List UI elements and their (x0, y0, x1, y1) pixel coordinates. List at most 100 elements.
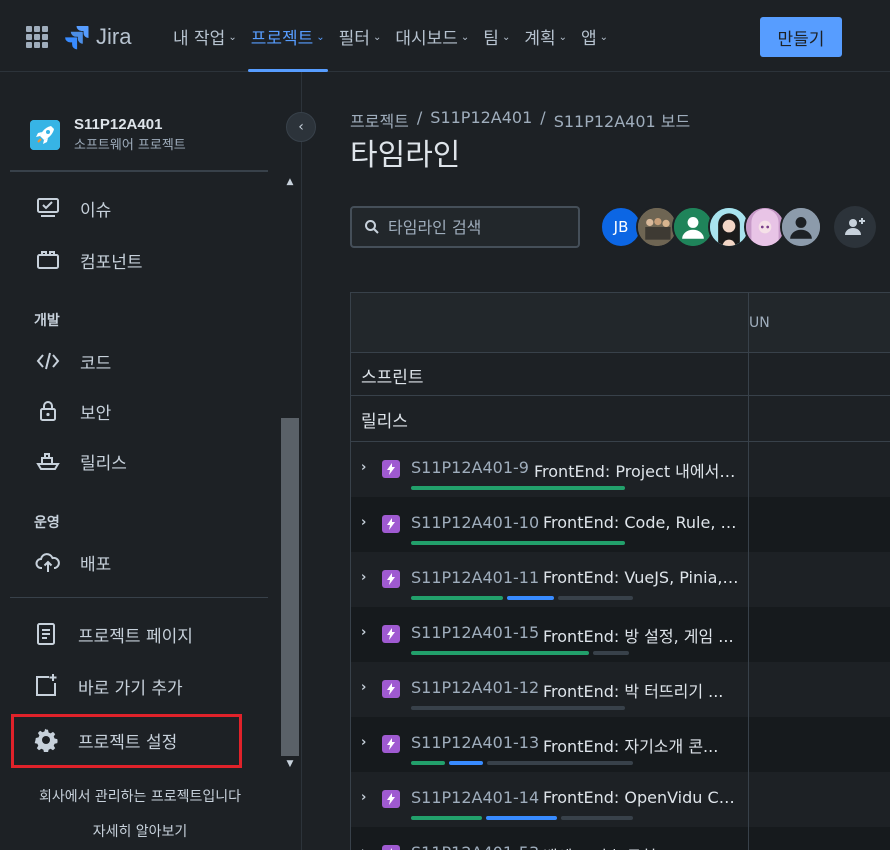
project-sidebar: S11P12A401 소프트웨어 프로젝트 ‹ ▲ ▼ 이슈 컴포넌트 개발 코… (0, 72, 316, 850)
nav-apps[interactable]: 앱 ⌄ (574, 0, 615, 72)
learn-more-link[interactable]: 자세히 알아보기 (0, 821, 302, 841)
sidebar-item-label: 바로 가기 추가 (78, 678, 183, 699)
issue-key[interactable]: S11P12A401-9 (411, 458, 529, 477)
epic-icon (382, 570, 400, 588)
timeline-header (351, 293, 890, 353)
issue-key[interactable]: S11P12A401-11 (411, 568, 539, 587)
nav-plans[interactable]: 계획 ⌄ (517, 0, 574, 72)
chevron-right-icon[interactable]: › (361, 625, 366, 640)
add-person-icon (845, 218, 865, 235)
issue-row[interactable]: › S11P12A401-10 FrontEnd: Code, Rule, C... (351, 497, 890, 552)
chevron-right-icon[interactable]: › (361, 790, 366, 805)
issue-row[interactable]: › S11P12A401-13 FrontEnd: 자기소개 콘... (351, 717, 890, 772)
chevron-right-icon[interactable]: › (361, 460, 366, 475)
nav-menu: 내 작업 ⌄ 프로젝트 ⌄ 필터 ⌄ 대시보드 ⌄ 팀 ⌄ 계획 ⌄ 앱 ⌄ (166, 0, 615, 72)
issue-row[interactable]: › S11P12A401-15 FrontEnd: 방 설정, 게임 ... (351, 607, 890, 662)
collapse-sidebar-button[interactable]: ‹ (286, 112, 316, 142)
chevron-right-icon[interactable]: › (361, 515, 366, 530)
breadcrumb: 프로젝트 / S11P12A401 / S11P12A401 보드 (350, 108, 690, 132)
chevron-down-icon: ⌄ (501, 31, 511, 43)
breadcrumb-board[interactable]: S11P12A401 보드 (554, 108, 691, 132)
issue-key[interactable]: S11P12A401-15 (411, 623, 539, 642)
issue-key[interactable]: S11P12A401-12 (411, 678, 539, 697)
issue-progress-bar (411, 596, 633, 600)
sidebar-item-label: 보안 (80, 403, 112, 424)
epic-icon (382, 790, 400, 808)
issue-progress-bar (411, 761, 633, 765)
search-icon (365, 220, 379, 234)
logo-text: Jira (96, 24, 132, 49)
nav-teams[interactable]: 팀 ⌄ (476, 0, 517, 72)
scroll-up-arrow-icon[interactable]: ▲ (281, 174, 299, 190)
sidebar-item-components[interactable]: 컴포넌트 (34, 242, 143, 278)
issue-row[interactable]: › S11P12A401-53 백엔드 기초 구현 (351, 827, 890, 850)
add-person-button[interactable] (834, 206, 876, 248)
nav-label: 팀 (483, 28, 499, 49)
issue-key[interactable]: S11P12A401-13 (411, 733, 539, 752)
nav-dashboards[interactable]: 대시보드 ⌄ (388, 0, 476, 72)
issue-key[interactable]: S11P12A401-53 (411, 843, 539, 850)
chevron-down-icon: ⌄ (228, 31, 237, 43)
project-type: 소프트웨어 프로젝트 (74, 138, 186, 153)
chevron-down-icon: ⌄ (316, 31, 325, 43)
nav-projects[interactable]: 프로젝트 ⌄ (244, 0, 332, 72)
issue-summary: FrontEnd: 자기소개 콘... (543, 737, 719, 756)
components-icon (34, 249, 62, 271)
progress-todo (411, 706, 625, 710)
progress-done (411, 596, 503, 600)
issue-summary: FrontEnd: Project 내에서 ... (534, 462, 739, 481)
create-button[interactable]: 만들기 (760, 17, 842, 57)
issue-key[interactable]: S11P12A401-14 (411, 788, 539, 807)
sidebar-item-releases[interactable]: 릴리스 (34, 443, 127, 479)
sidebar-item-security[interactable]: 보안 (34, 393, 111, 429)
page-icon (32, 622, 60, 646)
jira-logo[interactable]: Jira (64, 22, 131, 52)
issue-progress-bar (411, 486, 625, 490)
sidebar-item-deployments[interactable]: 배포 (34, 544, 111, 580)
chevron-right-icon[interactable]: › (361, 680, 366, 695)
sidebar-group-dev: 개발 (34, 313, 60, 329)
breadcrumb-separator: / (540, 108, 546, 127)
nav-label: 내 작업 (173, 28, 226, 49)
code-icon (34, 350, 62, 372)
issue-row[interactable]: › S11P12A401-11 FrontEnd: VueJS, Pinia, ..… (351, 552, 890, 607)
sidebar-item-add-shortcut[interactable]: 바로 가기 추가 (32, 668, 183, 704)
cloud-upload-icon (34, 551, 62, 573)
timeline-search[interactable] (350, 206, 580, 248)
issue-row[interactable]: › S11P12A401-12 FrontEnd: 박 터뜨리기 ... (351, 662, 890, 717)
issue-row[interactable]: › S11P12A401-14 FrontEnd: OpenVidu Cli... (351, 772, 890, 827)
project-header[interactable]: S11P12A401 소프트웨어 프로젝트 (30, 116, 186, 153)
release-row-label: 릴리스 (361, 412, 408, 432)
app-switcher-icon[interactable] (26, 26, 48, 48)
sidebar-item-issues[interactable]: 이슈 (34, 190, 111, 226)
nav-label: 계획 (524, 28, 556, 49)
issue-row[interactable]: › S11P12A401-9 FrontEnd: Project 내에서 ... (351, 442, 890, 497)
avatar[interactable] (780, 206, 822, 248)
avatar-group: JB (600, 206, 822, 248)
search-input[interactable] (388, 217, 568, 237)
sidebar-item-project-pages[interactable]: 프로젝트 페이지 (32, 616, 193, 652)
scroll-down-arrow-icon[interactable]: ▼ (281, 756, 299, 772)
breadcrumb-projects[interactable]: 프로젝트 (350, 108, 409, 132)
sidebar-item-code[interactable]: 코드 (34, 343, 111, 379)
nav-filters[interactable]: 필터 ⌄ (332, 0, 389, 72)
sidebar-item-label: 프로젝트 페이지 (78, 626, 193, 647)
breadcrumb-project[interactable]: S11P12A401 (430, 108, 532, 132)
nav-label: 필터 (338, 28, 370, 49)
sprint-row-label: 스프린트 (361, 368, 424, 388)
main-content: 프로젝트 / S11P12A401 / S11P12A401 보드 타임라인 J… (302, 72, 890, 850)
rocket-icon (30, 119, 60, 150)
row-divider (351, 395, 890, 396)
issue-summary: FrontEnd: VueJS, Pinia, ... (543, 568, 739, 587)
chevron-right-icon[interactable]: › (361, 570, 366, 585)
issue-key[interactable]: S11P12A401-10 (411, 513, 539, 532)
nav-my-work[interactable]: 내 작업 ⌄ (166, 0, 244, 72)
chevron-right-icon[interactable]: › (361, 735, 366, 750)
issue-progress-bar (411, 706, 625, 710)
lock-icon (34, 400, 62, 422)
chevron-right-icon[interactable]: › (361, 845, 366, 850)
progress-done (411, 816, 482, 820)
epic-icon (382, 460, 400, 478)
jira-logo-icon (65, 26, 89, 50)
sidebar-scrollbar-thumb[interactable] (281, 418, 299, 756)
